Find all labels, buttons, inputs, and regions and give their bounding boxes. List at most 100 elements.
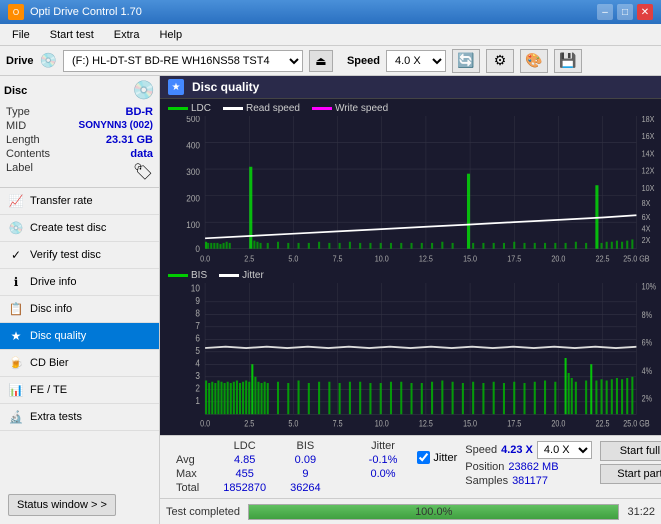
svg-text:400: 400 [186,140,200,151]
svg-text:20.0: 20.0 [551,254,565,264]
samples-value: 381177 [512,475,548,487]
chart1-svg: 500 400 300 200 100 0 18X 16X 14X 12X 10… [164,116,657,266]
settings-button[interactable]: ⚙ [486,49,514,73]
svg-text:16X: 16X [642,132,655,142]
svg-text:22.5: 22.5 [596,254,610,264]
speed-label: Speed [347,55,380,67]
start-part-button[interactable]: Start part [600,464,661,484]
disc-row-contents: Contents data [4,147,155,161]
nav-drive-info[interactable]: ℹ Drive info [0,269,159,296]
svg-text:10: 10 [191,283,200,294]
stats-table: LDC BIS Jitter Avg 4.85 0.09 -0.1% [164,439,409,495]
svg-text:10%: 10% [642,283,656,291]
menu-start-test[interactable]: Start test [42,27,102,43]
svg-text:300: 300 [186,166,200,177]
svg-text:5.0: 5.0 [288,419,298,429]
nav-disc-info[interactable]: 📋 Disc info [0,296,159,323]
create-disc-icon: 💿 [8,220,24,236]
svg-text:2X: 2X [642,236,651,246]
disc-row-type: Type BD-R [4,105,155,119]
color-button[interactable]: 🎨 [520,49,548,73]
sidebar: Disc 💿 Type BD-R MID SONYNN3 (002) Lengt… [0,76,160,524]
speed-stat-select[interactable]: 4.0 X [537,441,592,459]
title-bar: O Opti Drive Control 1.70 – □ ✕ [0,0,661,24]
verify-icon: ✓ [8,247,24,263]
svg-text:0.0: 0.0 [200,254,210,264]
legend-bis: BIS [191,270,207,281]
eject-button[interactable]: ⏏ [309,50,333,72]
svg-text:0.0: 0.0 [200,419,210,429]
svg-text:2: 2 [195,383,200,394]
drive-select[interactable]: (F:) HL-DT-ST BD-RE WH16NS58 TST4 [63,50,303,72]
close-button[interactable]: ✕ [637,4,653,20]
menu-file[interactable]: File [4,27,38,43]
drive-icon: 💿 [40,52,57,69]
svg-text:12X: 12X [642,166,655,176]
chart-header: ★ Disc quality [160,76,661,99]
position-value: 23862 MB [508,461,558,473]
disc-info-icon: 📋 [8,301,24,317]
svg-text:6: 6 [195,333,200,344]
svg-text:5.0: 5.0 [288,254,298,264]
speed-stat-value: 4.23 X [501,444,533,456]
nav-extra-tests[interactable]: 🔬 Extra tests [0,404,159,431]
svg-text:4: 4 [195,358,200,369]
fe-te-icon: 📊 [8,382,24,398]
menu-help[interactable]: Help [151,27,190,43]
svg-text:7: 7 [195,321,200,332]
svg-text:200: 200 [186,193,200,204]
speed-select[interactable]: 4.0 X 1.0 X 2.0 X 6.0 X 8.0 X [386,50,446,72]
drive-toolbar: Drive 💿 (F:) HL-DT-ST BD-RE WH16NS58 TST… [0,46,661,76]
start-full-button[interactable]: Start full [600,441,661,461]
disc-quality-header-icon: ★ [168,79,184,95]
chart2-svg: 10 9 8 7 6 5 4 3 2 1 10% 8% 6% [164,283,657,433]
maximize-button[interactable]: □ [617,4,633,20]
disc-row-length: Length 23.31 GB [4,133,155,147]
svg-text:100: 100 [186,219,200,230]
save-button[interactable]: 💾 [554,49,582,73]
nav-transfer-rate[interactable]: 📈 Transfer rate [0,188,159,215]
svg-text:17.5: 17.5 [507,419,521,429]
svg-text:14X: 14X [642,149,655,159]
nav-cd-bier[interactable]: 🍺 CD Bier [0,350,159,377]
status-window-button[interactable]: Status window > > [8,494,116,516]
svg-text:2.5: 2.5 [244,419,254,429]
svg-text:15.0: 15.0 [463,419,477,429]
progress-area: Test completed 100.0% 31:22 [160,498,661,524]
speed-stat-label: Speed [465,444,497,456]
svg-text:2.5: 2.5 [244,254,254,264]
disc-row-label: Label 🏷 [4,161,155,183]
svg-text:10.0: 10.0 [375,254,389,264]
svg-text:17.5: 17.5 [507,254,521,264]
menu-bar: File Start test Extra Help [0,24,661,46]
nav-fe-te[interactable]: 📊 FE / TE [0,377,159,404]
refresh-button[interactable]: 🔄 [452,49,480,73]
status-window-label: Status window > > [17,499,107,511]
svg-text:15.0: 15.0 [463,254,477,264]
legend-jitter: Jitter [242,270,264,281]
test-completed-label: Test completed [166,506,240,518]
nav-disc-quality[interactable]: ★ Disc quality [0,323,159,350]
jitter-label: Jitter [433,452,457,464]
svg-text:20.0: 20.0 [551,419,565,429]
transfer-rate-icon: 📈 [8,193,24,209]
minimize-button[interactable]: – [597,4,613,20]
extra-tests-icon: 🔬 [8,409,24,425]
nav-verify-test-disc[interactable]: ✓ Verify test disc [0,242,159,269]
svg-text:6%: 6% [642,338,652,348]
svg-text:9: 9 [195,296,200,307]
menu-extra[interactable]: Extra [106,27,148,43]
svg-text:4X: 4X [642,224,651,234]
progress-text: 100.0% [249,505,618,519]
cd-bier-icon: 🍺 [8,355,24,371]
jitter-checkbox[interactable] [417,451,430,464]
svg-text:1: 1 [195,396,200,407]
svg-text:18X: 18X [642,116,655,124]
disc-title: Disc [4,85,27,97]
nav-create-test-disc[interactable]: 💿 Create test disc [0,215,159,242]
app-icon: O [8,4,24,20]
legend-read-speed: Read speed [246,103,300,114]
label-icon: 🏷 [133,162,153,182]
content-area: ★ Disc quality LDC Read speed [160,76,661,524]
svg-text:4%: 4% [642,367,652,377]
